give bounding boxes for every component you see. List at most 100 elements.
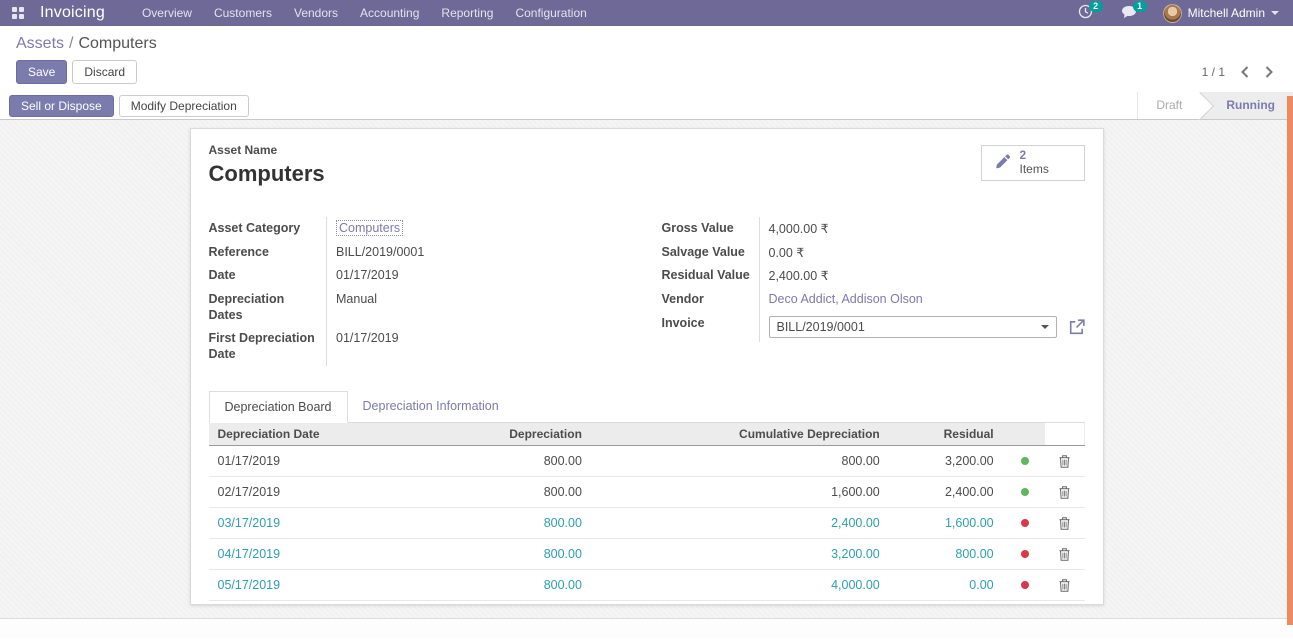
field-value-salvage-value[interactable]: 0.00 ₹: [769, 246, 805, 260]
cell-cumulative-value[interactable]: 2,400.00: [831, 516, 880, 530]
trash-icon[interactable]: [1059, 548, 1070, 561]
cell-depreciation: 800.00: [436, 516, 594, 530]
form-sheet: Asset Name Computers 2 Items Asset Categ…: [190, 128, 1104, 605]
invoice-select-value: BILL/2019/0001: [777, 320, 865, 334]
field-value-residual-value[interactable]: 2,400.00 ₹: [769, 269, 829, 283]
cell-depreciation-value[interactable]: 800.00: [544, 578, 582, 592]
cell-residual-value[interactable]: 1,600.00: [945, 516, 994, 530]
field-label-date: Date: [209, 264, 327, 288]
trash-icon[interactable]: [1059, 486, 1070, 499]
cell-cumulative: 4,000.00: [594, 578, 892, 592]
field-label-invoice: Invoice: [662, 312, 760, 342]
messages-systray[interactable]: 1: [1109, 0, 1149, 26]
menu-item-customers[interactable]: Customers: [203, 0, 283, 26]
activity-systray[interactable]: 2: [1066, 0, 1105, 26]
cell-residual: 800.00: [892, 547, 1006, 561]
field-value-cell-vendor: Deco Addict, Addison Olson: [759, 288, 1085, 312]
cell-date-value[interactable]: 01/17/2019: [218, 454, 281, 468]
chevron-left-icon[interactable]: [1241, 66, 1249, 78]
chevron-right-icon[interactable]: [1265, 66, 1273, 78]
field-value-date[interactable]: 01/17/2019: [336, 268, 399, 282]
field-value-reference[interactable]: BILL/2019/0001: [336, 245, 424, 259]
trash-icon[interactable]: [1059, 455, 1070, 468]
cell-residual-value[interactable]: 0.00: [969, 578, 993, 592]
table-row-5: 05/17/2019 800.00 4,000.00 0.00: [209, 570, 1085, 601]
apps-grid-icon[interactable]: [12, 7, 24, 19]
menu-item-configuration[interactable]: Configuration: [504, 0, 597, 26]
breadcrumb-assets-link[interactable]: Assets: [16, 35, 64, 52]
field-value-vendor-link[interactable]: Deco Addict, Addison Olson: [769, 292, 923, 306]
user-menu[interactable]: Mitchell Admin: [1153, 4, 1283, 23]
field-label-residual-value: Residual Value: [662, 264, 760, 288]
sell-or-dispose-button[interactable]: Sell or Dispose: [9, 95, 114, 117]
cell-date-value[interactable]: 04/17/2019: [218, 547, 281, 561]
field-label-depreciation-dates: Depreciation Dates: [209, 288, 327, 327]
cell-date: 05/17/2019: [209, 578, 437, 592]
app-brand[interactable]: Invoicing: [40, 4, 105, 22]
external-link-icon[interactable]: [1069, 319, 1085, 335]
column-header-residual[interactable]: Residual: [892, 427, 1006, 441]
cell-date-value[interactable]: 02/17/2019: [218, 485, 281, 499]
column-header-depreciation-date[interactable]: Depreciation Date: [209, 427, 437, 441]
field-row-first-depreciation-date: First Depreciation Date01/17/2019: [209, 327, 632, 366]
field-value-asset-category-link[interactable]: Computers: [336, 220, 403, 236]
cell-depreciation-value[interactable]: 800.00: [544, 516, 582, 530]
field-value-cell-residual-value: 2,400.00 ₹: [759, 264, 1085, 288]
menu-item-vendors[interactable]: Vendors: [283, 0, 349, 26]
cell-depreciation-value[interactable]: 800.00: [544, 454, 582, 468]
menu-item-reporting[interactable]: Reporting: [430, 0, 504, 26]
cell-depreciation: 800.00: [436, 454, 594, 468]
field-value-cell-salvage-value: 0.00 ₹: [759, 241, 1085, 265]
cell-actions: [1045, 486, 1084, 499]
pager: 1 / 1: [1202, 65, 1277, 79]
field-value-depreciation-dates[interactable]: Manual: [336, 292, 377, 306]
trash-icon[interactable]: [1059, 517, 1070, 530]
menu-item-accounting[interactable]: Accounting: [349, 0, 430, 26]
cell-cumulative-value[interactable]: 1,600.00: [831, 485, 880, 499]
cell-residual-value[interactable]: 800.00: [955, 547, 993, 561]
field-value-cell-invoice: BILL/2019/0001: [759, 312, 1085, 342]
tab-depreciation-information[interactable]: Depreciation Information: [348, 391, 514, 423]
field-row-salvage-value: Salvage Value0.00 ₹: [662, 241, 1085, 265]
cell-date-value[interactable]: 05/17/2019: [218, 578, 281, 592]
items-stat-button[interactable]: 2 Items: [981, 145, 1085, 181]
navbar-right: 2 1 Mitchell Admin: [1066, 0, 1283, 26]
trash-icon[interactable]: [1059, 579, 1070, 592]
items-label: Items: [1020, 163, 1049, 177]
vertical-scrollbar[interactable]: [1287, 96, 1293, 625]
cell-depreciation-value[interactable]: 800.00: [544, 485, 582, 499]
cell-cumulative-value[interactable]: 4,000.00: [831, 578, 880, 592]
menu-item-overview[interactable]: Overview: [131, 0, 203, 26]
cell-residual-value[interactable]: 2,400.00: [945, 485, 994, 499]
cell-cumulative-value[interactable]: 3,200.00: [831, 547, 880, 561]
asset-name-value[interactable]: Computers: [209, 161, 325, 187]
activity-badge: 2: [1089, 1, 1103, 12]
status-dot-icon: [1021, 457, 1029, 465]
cell-actions: [1045, 579, 1084, 592]
cell-status: [1006, 457, 1045, 465]
cell-cumulative-value[interactable]: 800.00: [842, 454, 880, 468]
invoice-select[interactable]: BILL/2019/0001: [769, 316, 1057, 338]
field-value-first-depreciation-date[interactable]: 01/17/2019: [336, 331, 399, 345]
control-panel: Assets/Computers Save Discard 1 / 1: [0, 26, 1293, 92]
field-label-reference: Reference: [209, 241, 327, 265]
status-dot-icon: [1021, 488, 1029, 496]
field-value-gross-value[interactable]: 4,000.00 ₹: [769, 222, 829, 236]
cell-residual: 0.00: [892, 578, 1006, 592]
field-group-right: Gross Value4,000.00 ₹Salvage Value0.00 ₹…: [662, 217, 1085, 342]
column-header-depreciation[interactable]: Depreciation: [436, 427, 594, 441]
save-button[interactable]: Save: [16, 60, 67, 84]
cell-date: 02/17/2019: [209, 485, 437, 499]
cell-residual-value[interactable]: 3,200.00: [945, 454, 994, 468]
tab-depreciation-board[interactable]: Depreciation Board: [209, 391, 348, 423]
modify-depreciation-button[interactable]: Modify Depreciation: [119, 95, 249, 117]
cell-status: [1006, 550, 1045, 558]
cell-date-value[interactable]: 03/17/2019: [218, 516, 281, 530]
asset-title-block: Asset Name Computers: [209, 143, 325, 187]
state-draft[interactable]: Draft: [1137, 92, 1200, 119]
column-header-cumulative-depreciation[interactable]: Cumulative Depreciation: [594, 427, 892, 441]
discard-button[interactable]: Discard: [72, 60, 137, 84]
asset-name-label: Asset Name: [209, 143, 325, 157]
cell-depreciation-value[interactable]: 800.00: [544, 547, 582, 561]
table-row-4: 04/17/2019 800.00 3,200.00 800.00: [209, 539, 1085, 570]
